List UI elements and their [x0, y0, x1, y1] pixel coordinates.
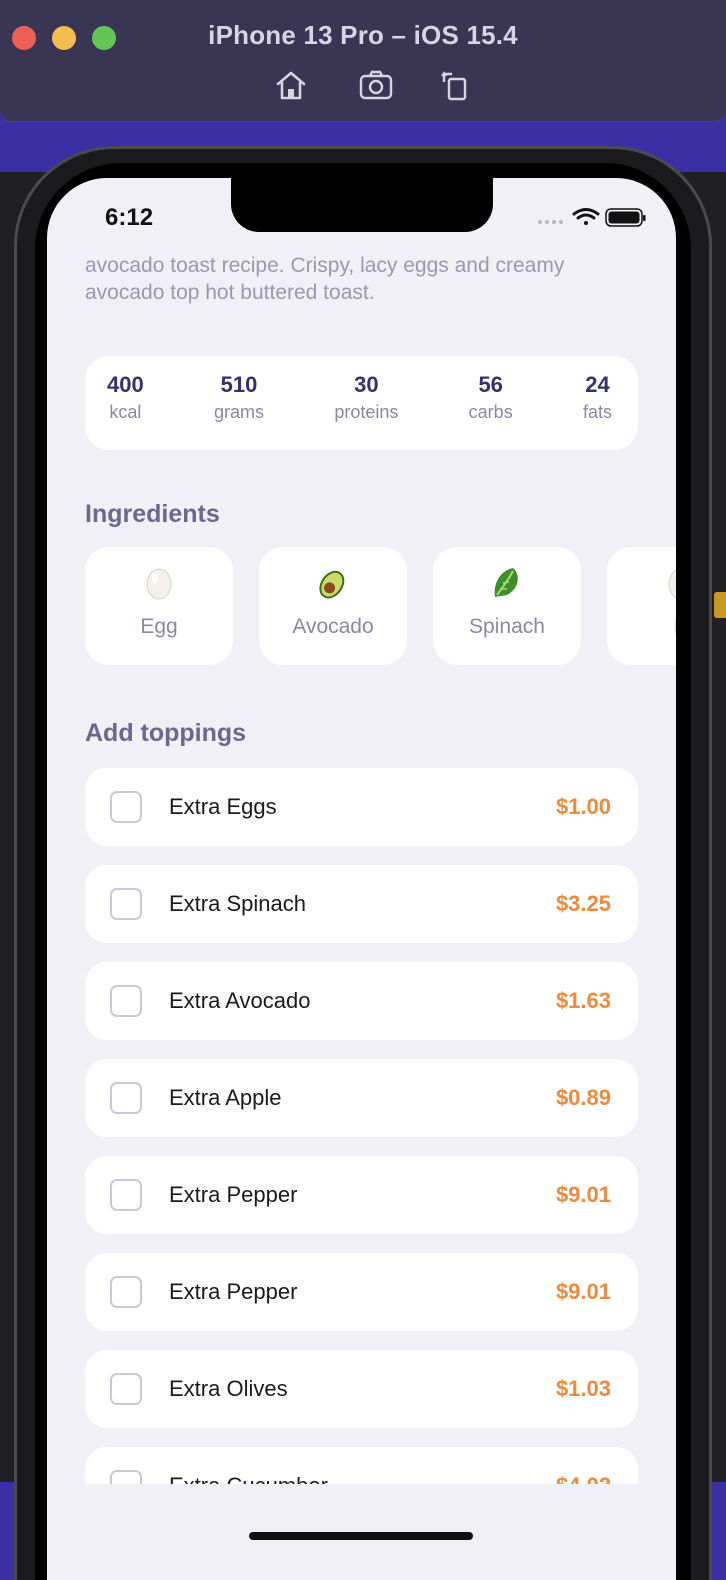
- topping-checkbox[interactable]: [110, 1179, 142, 1211]
- egg-icon: [607, 565, 676, 601]
- signal-icon: [538, 220, 563, 224]
- toppings-title: Add toppings: [85, 719, 247, 747]
- ingredient-label: Avocado: [292, 615, 374, 638]
- topping-name: Extra Avocado: [169, 988, 311, 1013]
- topping-checkbox[interactable]: [110, 1373, 142, 1405]
- topping-row[interactable]: Extra Avocado $1.63: [85, 962, 638, 1040]
- screenshot-icon[interactable]: [358, 68, 394, 104]
- nutrition-stat-carbs: 56 carbs: [469, 372, 513, 450]
- topping-price: $0.89: [555, 1085, 611, 1110]
- spinach-icon: [433, 565, 581, 601]
- topping-checkbox[interactable]: [110, 985, 142, 1017]
- status-icons: [536, 206, 646, 228]
- topping-row[interactable]: Extra Pepper $9.01: [85, 1156, 638, 1234]
- topping-name: Extra Apple: [169, 1085, 282, 1110]
- stat-value: 510: [220, 372, 258, 397]
- topping-checkbox[interactable]: [110, 888, 142, 920]
- recipe-description: avocado toast recipe. Crispy, lacy eggs …: [85, 254, 565, 304]
- stat-value: 400: [107, 372, 144, 397]
- topping-name: Extra Pepper: [169, 1182, 298, 1207]
- topping-price: $1.03: [555, 1376, 611, 1401]
- home-indicator[interactable]: [249, 1532, 473, 1540]
- rotate-icon[interactable]: [438, 68, 474, 104]
- topping-checkbox[interactable]: [110, 1276, 142, 1308]
- topping-row[interactable]: Extra Olives $1.03: [85, 1350, 638, 1428]
- stat-label: carbs: [468, 402, 513, 422]
- simulator-title: iPhone 13 Pro – iOS 15.4: [208, 20, 518, 50]
- battery-icon: [605, 208, 646, 227]
- stat-label: proteins: [334, 402, 399, 422]
- topping-price: $9.01: [555, 1182, 611, 1207]
- ingredient-card-spinach[interactable]: Spinach: [433, 547, 581, 665]
- topping-row[interactable]: Extra Apple $0.89: [85, 1059, 638, 1137]
- stat-label: grams: [214, 402, 265, 422]
- ingredient-label: Spinach: [469, 615, 545, 638]
- ingredient-label: Egg: [140, 615, 178, 638]
- notch: [231, 178, 493, 232]
- ingredients-title: Ingredients: [85, 500, 220, 528]
- nutrition-stat-kcal: 400 kcal: [107, 372, 144, 450]
- topping-name: Extra Pepper: [169, 1279, 298, 1304]
- recipe-content: avocado toast recipe. Crispy, lacy eggs …: [85, 252, 676, 1544]
- editor-accent-mark: [714, 592, 726, 618]
- topping-row[interactable]: Extra Eggs $1.00: [85, 768, 638, 846]
- stat-label: fats: [582, 402, 612, 422]
- status-time: 6:12: [105, 204, 154, 231]
- ingredient-card-avocado[interactable]: Avocado: [259, 547, 407, 665]
- toppings-list: Extra Eggs $1.00 Extra Spinach $3.25 Extra…: [85, 768, 638, 1525]
- stat-value: 30: [354, 372, 379, 397]
- ingredient-card-partial[interactable]: E: [607, 547, 676, 665]
- nutrition-stat-fats: 24 fats: [583, 372, 612, 450]
- simulator-tools: [270, 68, 480, 104]
- stat-value: 24: [585, 372, 610, 397]
- simulator-toolbar: iPhone 13 Pro – iOS 15.4: [0, 0, 726, 122]
- topping-row[interactable]: Extra Pepper $9.01: [85, 1253, 638, 1331]
- topping-name: Extra Eggs: [169, 794, 277, 819]
- topping-checkbox[interactable]: [110, 791, 142, 823]
- nutrition-stat-proteins: 30 proteins: [334, 372, 398, 450]
- avocado-icon: [259, 565, 407, 601]
- stat-label: kcal: [109, 402, 142, 422]
- topping-price: $1.00: [555, 794, 611, 819]
- topping-checkbox[interactable]: [110, 1082, 142, 1114]
- topping-name: Extra Olives: [169, 1376, 288, 1401]
- ingredient-card-egg[interactable]: Egg: [85, 547, 233, 665]
- home-icon[interactable]: [274, 68, 310, 104]
- topping-name: Extra Spinach: [169, 891, 306, 916]
- phone-screen: 6:12 avocado toast recipe. Crispy, lacy …: [47, 178, 676, 1580]
- topping-price: $3.25: [555, 891, 611, 916]
- egg-icon: [85, 565, 233, 601]
- nutrition-stat-grams: 510 grams: [214, 372, 264, 450]
- topping-row[interactable]: Extra Spinach $3.25: [85, 865, 638, 943]
- stat-value: 56: [478, 372, 503, 397]
- wifi-icon: [572, 208, 600, 225]
- topping-price: $1.63: [555, 988, 611, 1013]
- nutrition-card: 400 kcal 510 grams 30 proteins 56 carbs 24 fa…: [85, 356, 638, 450]
- ingredient-label: E: [607, 615, 676, 639]
- topping-price: $9.01: [555, 1279, 611, 1304]
- home-indicator-area: [47, 1484, 676, 1580]
- ingredients-carousel[interactable]: Egg Avocado Spinach E: [85, 547, 676, 667]
